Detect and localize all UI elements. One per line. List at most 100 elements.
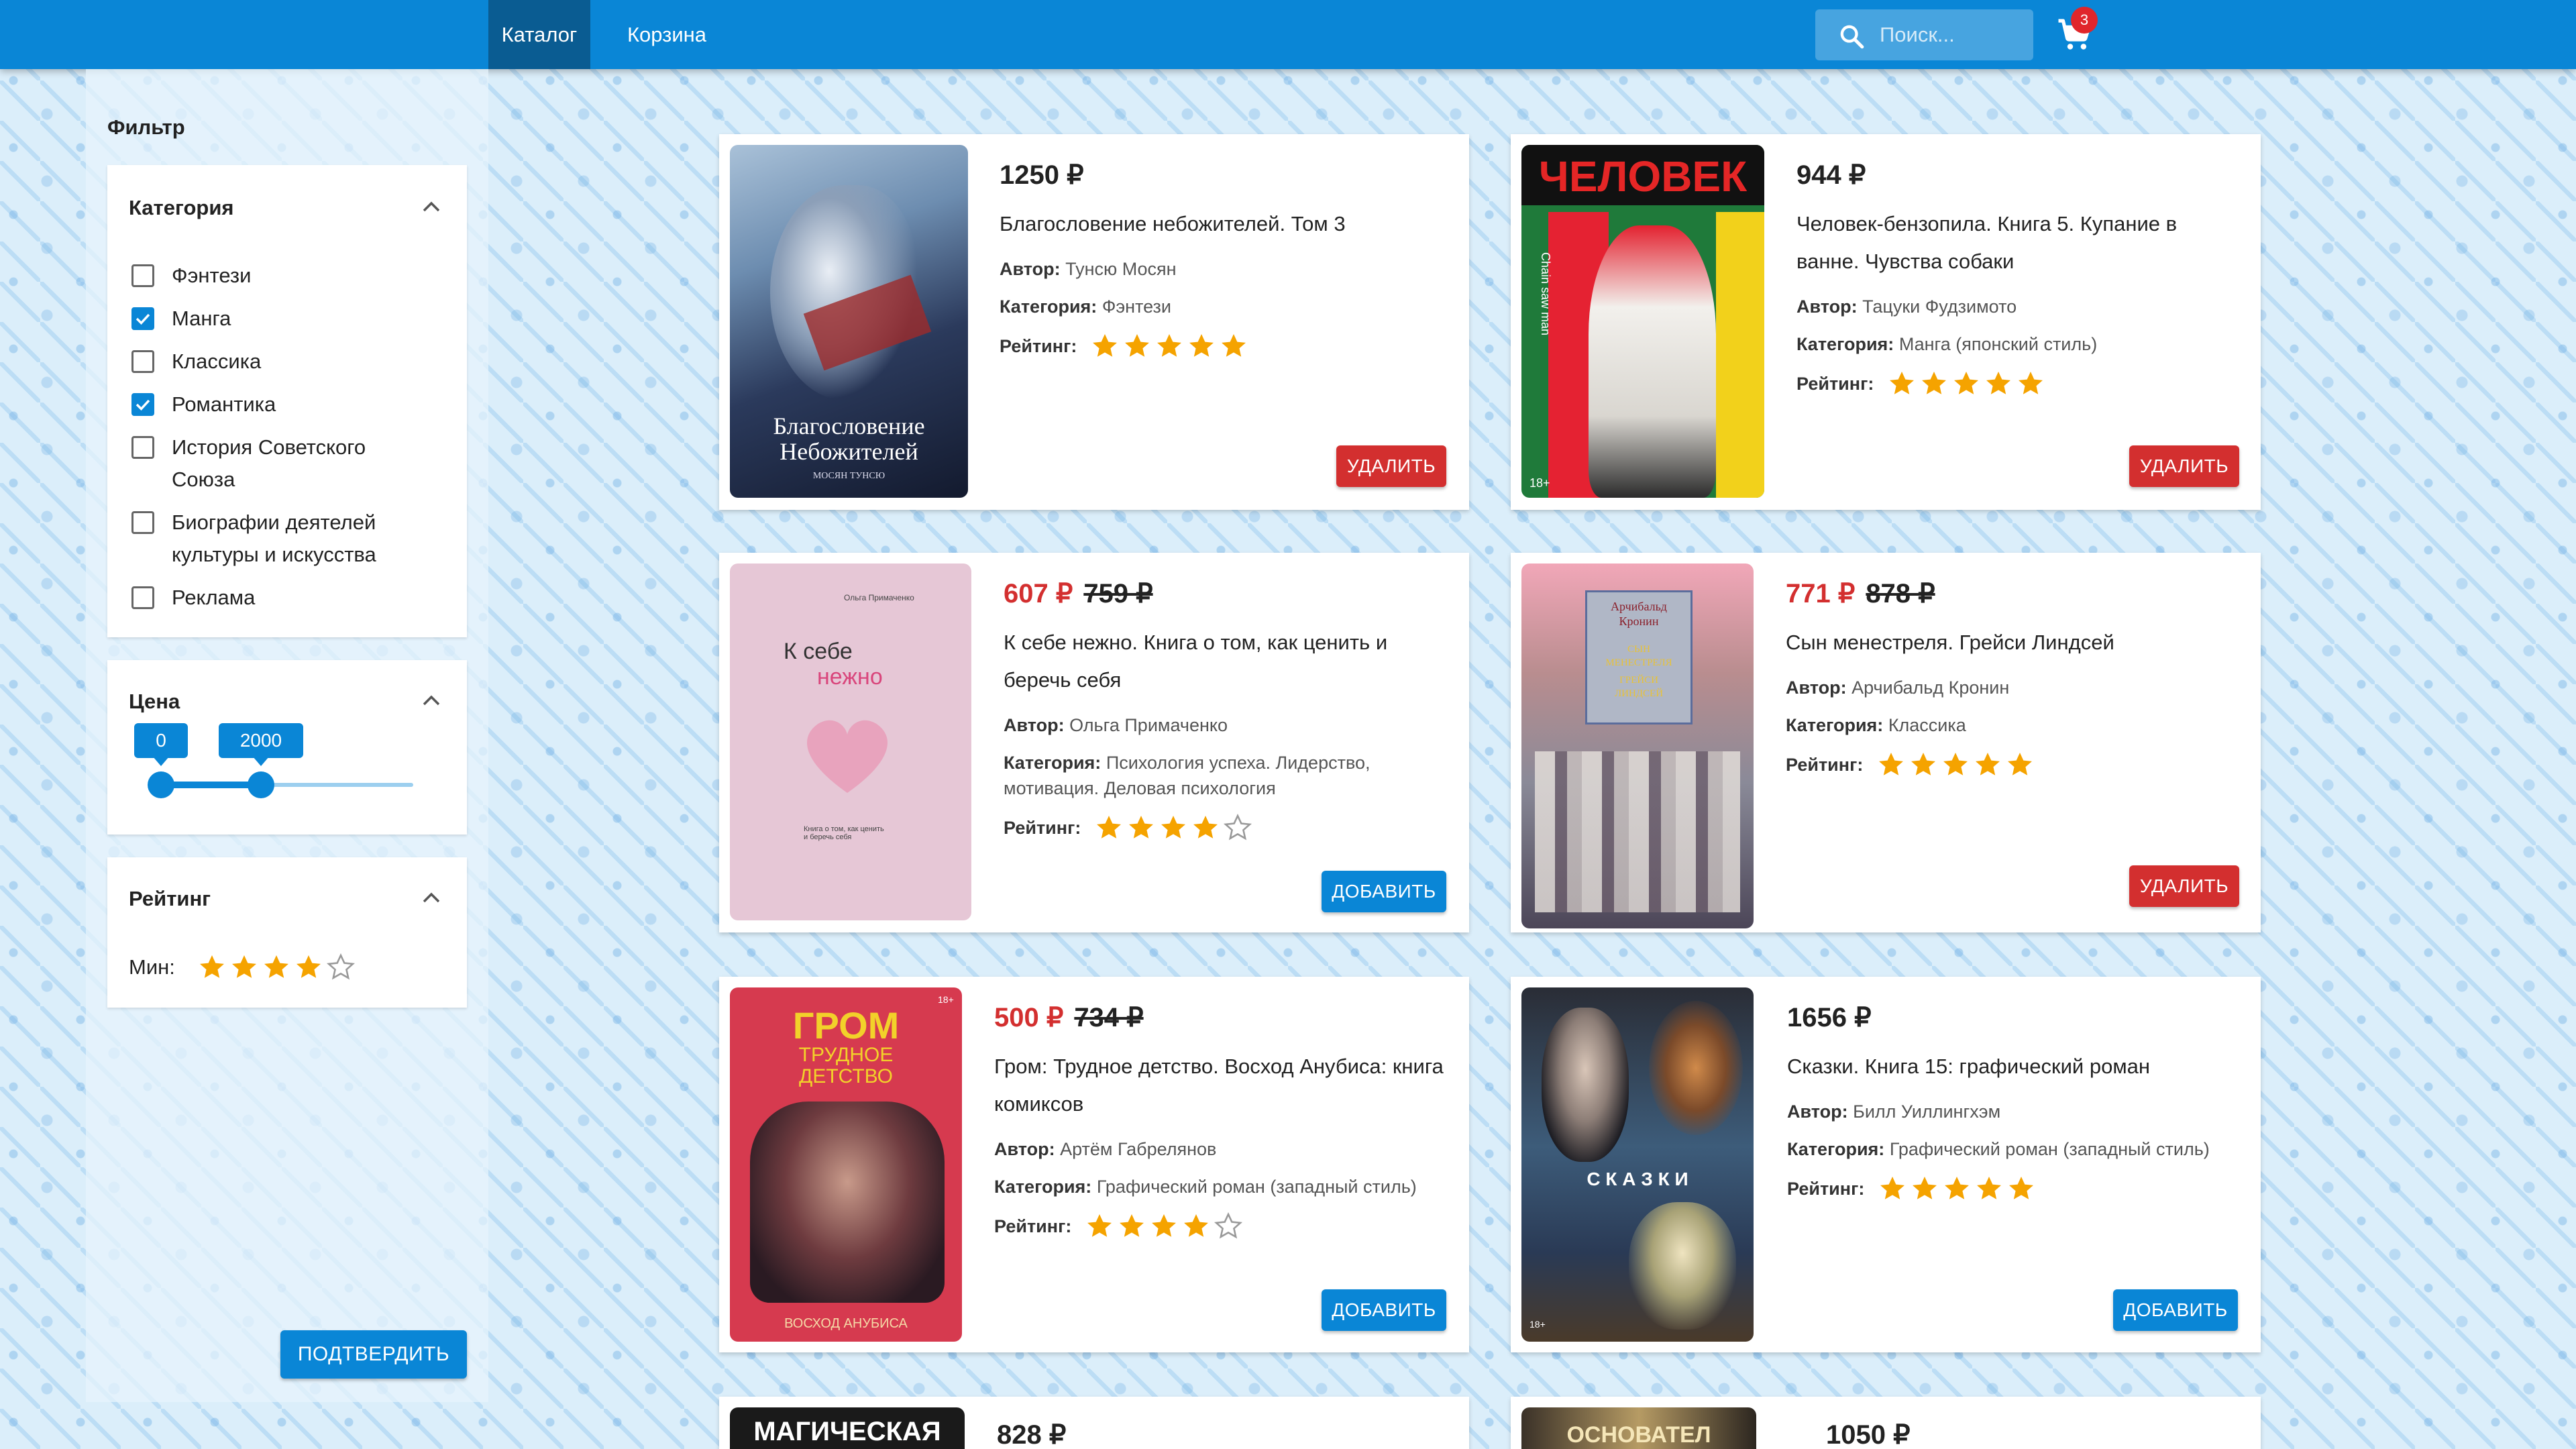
category-checkbox-fantasy[interactable]: Фэнтези	[131, 264, 393, 292]
checkbox-label: Манга	[172, 307, 231, 330]
book-cover-image[interactable]: МАГИЧЕСКАЯ	[730, 1407, 965, 1449]
product-card: ГРОМ ТРУДНОЕ ДЕТСТВО ВОСХОД АНУБИСА 18+ …	[719, 977, 1469, 1352]
product-title[interactable]: Сын менестреля. Грейси Линдсей	[1786, 624, 2249, 661]
category-checkbox-biographies[interactable]: Биографии деятелей культуры и искусства	[131, 511, 393, 571]
price-current: 771 ₽	[1786, 579, 1856, 608]
cover-subtitle: ВОСХОД АНУБИСА	[784, 1316, 908, 1331]
category-checkbox-soviet-history[interactable]: История Советского Союза	[131, 435, 393, 496]
cover-title: ЧЕЛОВЕК	[1538, 152, 1748, 201]
book-cover-image[interactable]: ГРОМ ТРУДНОЕ ДЕТСТВО ВОСХОД АНУБИСА 18+	[730, 987, 962, 1342]
checkbox[interactable]	[131, 350, 154, 373]
category-checkbox-classics[interactable]: Классика	[131, 350, 393, 378]
remove-from-cart-button[interactable]: УДАЛИТЬ	[2129, 445, 2239, 487]
price-current: 1250 ₽	[1000, 160, 1084, 190]
book-cover-image[interactable]: ЧЕЛОВЕК Chain saw man 18+	[1521, 145, 1764, 498]
product-card: Арчибальд Кронин СЫН МЕНЕСТРЕЛЯ ГРЕЙСИ Л…	[1511, 553, 2261, 932]
book-cover-image[interactable]: ОСНОВАТЕЛ	[1521, 1407, 1756, 1449]
price-min-thumb[interactable]	[148, 771, 174, 798]
book-cover-image[interactable]: Благословение Небожителей МОСЯН ТУНСЮ	[730, 145, 968, 498]
confirm-button[interactable]: ПОДТВЕРДИТЬ	[280, 1330, 467, 1379]
product-category: Категория: Психология успеха. Лидерство,…	[1004, 753, 1371, 798]
checkbox-label: Романтика	[172, 392, 276, 416]
star-filled-icon[interactable]	[197, 953, 227, 982]
star-filled-icon	[1125, 334, 1150, 357]
price-panel-title: Цена	[129, 690, 180, 713]
product-info: 500 ₽ 734 ₽ Гром: Трудное детство. Восхо…	[994, 1002, 1464, 1241]
product-title[interactable]: Благословение небожителей. Том 3	[1000, 205, 1456, 243]
star-filled-icon	[1193, 816, 1218, 839]
cover-subtitle: Chain saw man	[1539, 252, 1552, 336]
checkbox[interactable]	[131, 264, 154, 287]
cart-count-badge: 3	[2071, 7, 2098, 34]
cover-title: МЕНЕСТРЕЛЯ	[1605, 657, 1672, 668]
price-current: 944 ₽	[1796, 160, 1866, 190]
cover-author: МОСЯН ТУНСЮ	[812, 471, 885, 481]
nav-tab-cart[interactable]: Корзина	[608, 0, 726, 69]
price-current: 1050 ₽	[1826, 1420, 1911, 1449]
filter-title: Фильтр	[107, 115, 185, 139]
product-info: 944 ₽ Человек-бензопила. Книга 5. Купани…	[1796, 160, 2239, 398]
cover-title: МАГИЧЕСКАЯ	[753, 1417, 941, 1446]
product-card: ЧЕЛОВЕК Chain saw man 18+ 944 ₽ Человек-…	[1511, 134, 2261, 510]
add-to-cart-button[interactable]: ДОБАВИТЬ	[1322, 871, 1446, 912]
add-to-cart-button[interactable]: ДОБАВИТЬ	[2113, 1289, 2238, 1331]
star-empty-icon	[1224, 813, 1252, 841]
product-category: Категория: Манга (японский стиль)	[1796, 334, 2098, 354]
category-checkbox-romance[interactable]: Романтика	[131, 392, 393, 421]
product-title[interactable]: Гром: Трудное детство. Восход Анубиса: к…	[994, 1048, 1464, 1123]
book-cover-image[interactable]: С К А З К И 18+	[1521, 987, 1754, 1342]
checkbox[interactable]	[131, 436, 154, 459]
price-old: 734 ₽	[1074, 1003, 1144, 1032]
rating-panel: Рейтинг Мин:	[107, 857, 467, 1008]
product-card: С К А З К И 18+ 1656 ₽ Сказки. Книга 15:…	[1511, 977, 2261, 1352]
star-filled-icon	[1129, 816, 1154, 839]
checkbox[interactable]	[131, 586, 154, 609]
cover-title: ТРУДНОЕ	[798, 1044, 894, 1066]
remove-from-cart-button[interactable]: УДАЛИТЬ	[1336, 445, 1446, 487]
rating-min-stars[interactable]	[197, 953, 358, 982]
checkbox[interactable]	[131, 511, 154, 534]
star-empty-icon[interactable]	[326, 953, 356, 982]
star-filled-icon	[1943, 753, 1968, 775]
price-current: 500 ₽	[994, 1003, 1064, 1032]
check-icon	[136, 399, 150, 411]
product-rating: Рейтинг:	[1787, 1174, 2250, 1203]
star-filled-icon[interactable]	[262, 953, 291, 982]
star-filled-icon[interactable]	[294, 953, 323, 982]
star-filled-icon	[1945, 1177, 1970, 1199]
add-to-cart-button[interactable]: ДОБАВИТЬ	[1322, 1289, 1446, 1331]
checkbox[interactable]	[131, 393, 154, 416]
checkbox-label: Фэнтези	[172, 264, 252, 287]
chevron-up-icon[interactable]	[421, 694, 441, 707]
price-current: 828 ₽	[997, 1420, 1067, 1449]
checkbox[interactable]	[131, 307, 154, 330]
product-info: 1656 ₽ Сказки. Книга 15: графический ром…	[1787, 1002, 2250, 1203]
product-info: 1050 ₽	[1826, 1419, 1911, 1449]
price-min-value: 0	[134, 723, 188, 766]
nav-tab-catalog[interactable]: Каталог	[488, 0, 590, 69]
product-title[interactable]: Сказки. Книга 15: графический роман	[1787, 1048, 2250, 1085]
checkbox-label: Классика	[172, 350, 262, 373]
chevron-up-icon[interactable]	[421, 891, 441, 904]
chevron-up-icon[interactable]	[421, 200, 441, 213]
price-max-thumb[interactable]	[248, 771, 274, 798]
rating-min-label: Мин:	[129, 955, 175, 979]
book-cover-image[interactable]: Арчибальд Кронин СЫН МЕНЕСТРЕЛЯ ГРЕЙСИ Л…	[1521, 564, 1754, 928]
cover-title: ЛИНДСЕЙ	[1614, 688, 1664, 699]
cover-title: СЫН	[1627, 644, 1650, 655]
star-filled-icon	[1976, 753, 2000, 775]
product-rating: Рейтинг:	[1786, 750, 2249, 780]
star-filled-icon[interactable]	[229, 953, 259, 982]
product-title[interactable]: Человек-бензопила. Книга 5. Купание в ва…	[1796, 205, 2239, 280]
category-checkbox-manga[interactable]: Манга	[131, 307, 393, 335]
remove-from-cart-button[interactable]: УДАЛИТЬ	[2129, 865, 2239, 907]
price-max-value: 2000	[219, 723, 303, 766]
product-card: ОСНОВАТЕЛ 1050 ₽	[1511, 1397, 2261, 1449]
cover-age-rating: 18+	[1529, 1319, 1546, 1330]
product-title[interactable]: К себе нежно. Книга о том, как ценить и …	[1004, 624, 1460, 699]
search-box[interactable]	[1815, 9, 2033, 60]
search-input[interactable]	[1880, 17, 2021, 52]
product-info: 607 ₽ 759 ₽ К себе нежно. Книга о том, к…	[1004, 578, 1460, 843]
book-cover-image[interactable]: Ольга Примаченко К себе нежно Книга о то…	[730, 564, 971, 920]
category-checkbox-ads[interactable]: Реклама	[131, 586, 393, 614]
